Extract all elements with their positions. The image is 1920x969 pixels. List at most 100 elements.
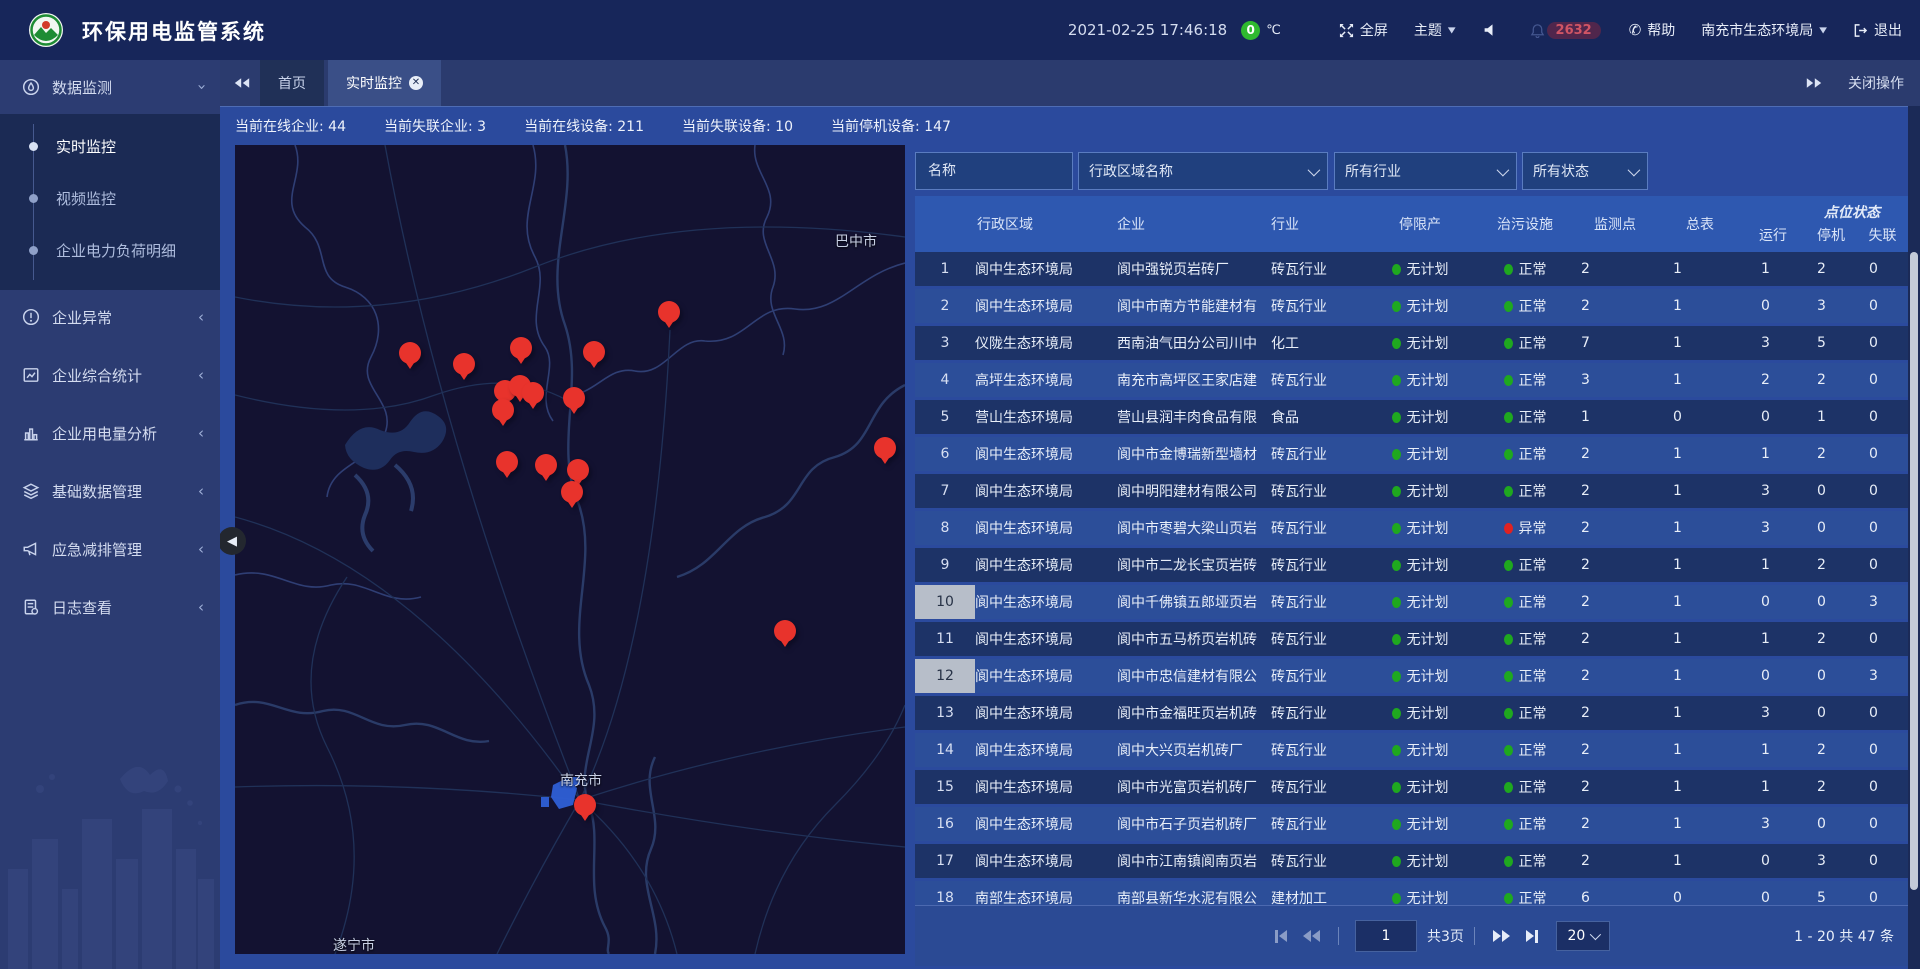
map-pin-icon[interactable] [561,481,583,503]
cell-halt-count: 2 [1805,548,1857,582]
table-row[interactable]: 8 阆中生态环境局 阆中市枣碧大梁山页岩 砖瓦行业 无计划 异常 2 1 3 0… [915,511,1908,545]
theme-dropdown[interactable]: 主题 ▼ [1414,20,1456,40]
row-index: 13 [915,696,975,730]
region-select[interactable]: 行政区域名称 [1078,152,1328,190]
map-pin-icon[interactable] [496,451,518,473]
sidebar-group-企业综合统计[interactable]: 企业综合统计 ‹ [0,348,220,402]
table-row[interactable]: 3 仪陇生态环境局 西南油气田分公司川中 化工 无计划 正常 7 1 3 5 0 [915,326,1908,360]
notification-area[interactable]: 2632 [1530,22,1601,39]
vertical-scrollbar[interactable] [1908,60,1920,969]
sidebar-group-数据监测[interactable]: 数据监测 ‹ [0,60,220,114]
map-panel[interactable]: 巴中市南充市遂宁市 [235,145,905,954]
cell-total-meter: 1 [1659,548,1741,582]
cell-facility-status: 正常 [1479,400,1571,434]
sidebar-group-企业用电量分析[interactable]: 企业用电量分析 ‹ [0,406,220,460]
fullscreen-button[interactable]: 全屏 [1339,20,1388,40]
sidebar-group-日志查看[interactable]: 日志查看 ‹ [0,580,220,634]
next-page-button[interactable] [1493,930,1510,942]
table-row[interactable]: 7 阆中生态环境局 阆中明阳建材有限公司 砖瓦行业 无计划 正常 2 1 3 0… [915,474,1908,508]
status-dot [1504,338,1513,349]
status-dot [1504,486,1513,497]
first-page-button[interactable] [1275,930,1287,943]
table-row[interactable]: 4 高坪生态环境局 南充市高坪区王家店建 砖瓦行业 无计划 正常 3 1 2 2… [915,363,1908,397]
sidebar-item-label: 视频监控 [56,188,116,209]
table-row[interactable]: 12 阆中生态环境局 阆中市忠信建材有限公 砖瓦行业 无计划 正常 2 1 0 … [915,659,1908,693]
help-button[interactable]: ✆ 帮助 [1629,20,1676,40]
table-row[interactable]: 14 阆中生态环境局 阆中大兴页岩机砖厂 砖瓦行业 无计划 正常 2 1 1 2… [915,733,1908,767]
table-row[interactable]: 1 阆中生态环境局 阆中强锐页岩砖厂 砖瓦行业 无计划 正常 2 1 1 2 0 [915,252,1908,286]
table-row[interactable]: 11 阆中生态环境局 阆中市五马桥页岩机砖 砖瓦行业 无计划 正常 2 1 1 … [915,622,1908,656]
table-row[interactable]: 15 阆中生态环境局 阆中市光富页岩机砖厂 砖瓦行业 无计划 正常 2 1 1 … [915,770,1908,804]
status-select[interactable]: 所有状态 [1522,152,1648,190]
cell-run-count: 1 [1741,733,1805,767]
chevron-down-icon [1590,929,1601,940]
speaker-button[interactable] [1482,23,1496,37]
column-header-stop-plan: 停限产 [1361,196,1479,252]
scrollbar-thumb[interactable] [1910,252,1918,890]
table-row[interactable]: 13 阆中生态环境局 阆中市金福旺页岩机砖 砖瓦行业 无计划 正常 2 1 3 … [915,696,1908,730]
chevron-down-icon [1497,163,1510,176]
table-row[interactable]: 17 阆中生态环境局 阆中市江南镇阆南页岩 砖瓦行业 无计划 正常 2 1 0 … [915,844,1908,878]
map-pin-icon[interactable] [453,353,475,375]
map-pin-icon[interactable] [774,620,796,642]
prev-page-icon [1303,930,1311,942]
sidebar-item-企业电力负荷明细[interactable]: 企业电力负荷明细 [0,224,220,276]
divider [1474,927,1475,945]
org-dropdown[interactable]: 南充市生态环境局 ▼ [1701,20,1827,40]
tab-home[interactable]: 首页 [260,60,324,106]
cell-stop-plan: 无计划 [1361,733,1479,767]
cell-facility-status: 异常 [1479,511,1571,545]
tab-realtime-monitor[interactable]: 实时监控 ✕ [328,60,441,106]
sidebar-group-企业异常[interactable]: 企业异常 ‹ [0,290,220,344]
map-pin-icon[interactable] [492,399,514,421]
table-row[interactable]: 10 阆中生态环境局 阆中千佛镇五郎垭页岩 砖瓦行业 无计划 正常 2 1 0 … [915,585,1908,619]
sidebar-group-icon [22,540,40,558]
logout-button[interactable]: 退出 [1853,20,1902,40]
page-number-input[interactable] [1355,920,1417,952]
sidebar-item-视频监控[interactable]: 视频监控 [0,172,220,224]
map-pin-icon[interactable] [574,794,596,816]
map-pin-icon[interactable] [563,387,585,409]
page-size-select[interactable]: 20 [1556,921,1610,951]
last-page-button[interactable] [1526,930,1538,943]
chevron-down-icon [1308,163,1321,176]
column-header-monitor: 监测点 [1571,196,1659,252]
table-row[interactable]: 9 阆中生态环境局 阆中市二龙长宝页岩砖 砖瓦行业 无计划 正常 2 1 1 2… [915,548,1908,582]
sidebar-collapse-handle[interactable]: ◀ [218,527,246,555]
map-pin-icon[interactable] [583,341,605,363]
cell-enterprise: 阆中千佛镇五郎垭页岩 [1115,585,1269,619]
cell-lost-count: 0 [1857,807,1908,841]
map-pin-icon[interactable] [874,437,896,459]
table-row[interactable]: 2 阆中生态环境局 阆中市南方节能建材有 砖瓦行业 无计划 正常 2 1 0 3… [915,289,1908,323]
cell-enterprise: 阆中市金福旺页岩机砖 [1115,696,1269,730]
map-pin-icon[interactable] [535,454,557,476]
tab-close-icon[interactable]: ✕ [409,76,423,90]
tabs-scroll-right-button[interactable] [1806,77,1822,89]
prev-page-button[interactable] [1303,930,1320,942]
chevron-down-icon: ▼ [1448,26,1456,35]
name-search-input[interactable] [926,162,1062,180]
industry-select[interactable]: 所有行业 [1334,152,1517,190]
stat-value: 3 [477,119,486,135]
map-pin-icon[interactable] [567,459,589,481]
close-operations-button[interactable]: 关闭操作 [1848,73,1904,93]
map-pin-icon[interactable] [658,301,680,323]
timeline-dot-icon [29,246,38,255]
table-row[interactable]: 5 营山生态环境局 营山县润丰肉食品有限 食品 无计划 正常 1 0 0 1 0 [915,400,1908,434]
cell-facility-status: 正常 [1479,585,1571,619]
tabs-scroll-left-button[interactable] [234,77,250,89]
sidebar-group-应急减排管理[interactable]: 应急减排管理 ‹ [0,522,220,576]
table-row[interactable]: 16 阆中生态环境局 阆中市石子页岩机砖厂 砖瓦行业 无计划 正常 2 1 3 … [915,807,1908,841]
map-pin-icon[interactable] [399,342,421,364]
map-pin-icon[interactable] [510,337,532,359]
table-row[interactable]: 18 南部生态环境局 南部县新华水泥有限公 建材加工 无计划 正常 6 0 0 … [915,881,1908,905]
status-dot [1504,671,1513,682]
table-row[interactable]: 6 阆中生态环境局 阆中市金博瑞新型墙材 砖瓦行业 无计划 正常 2 1 1 2… [915,437,1908,471]
cell-total-meter: 0 [1659,400,1741,434]
cell-monitor-count: 2 [1571,659,1659,693]
cell-industry: 砖瓦行业 [1269,548,1361,582]
map-pin-icon[interactable] [522,382,544,404]
status-dot [1392,671,1401,682]
sidebar-item-实时监控[interactable]: 实时监控 [0,120,220,172]
sidebar-group-基础数据管理[interactable]: 基础数据管理 ‹ [0,464,220,518]
